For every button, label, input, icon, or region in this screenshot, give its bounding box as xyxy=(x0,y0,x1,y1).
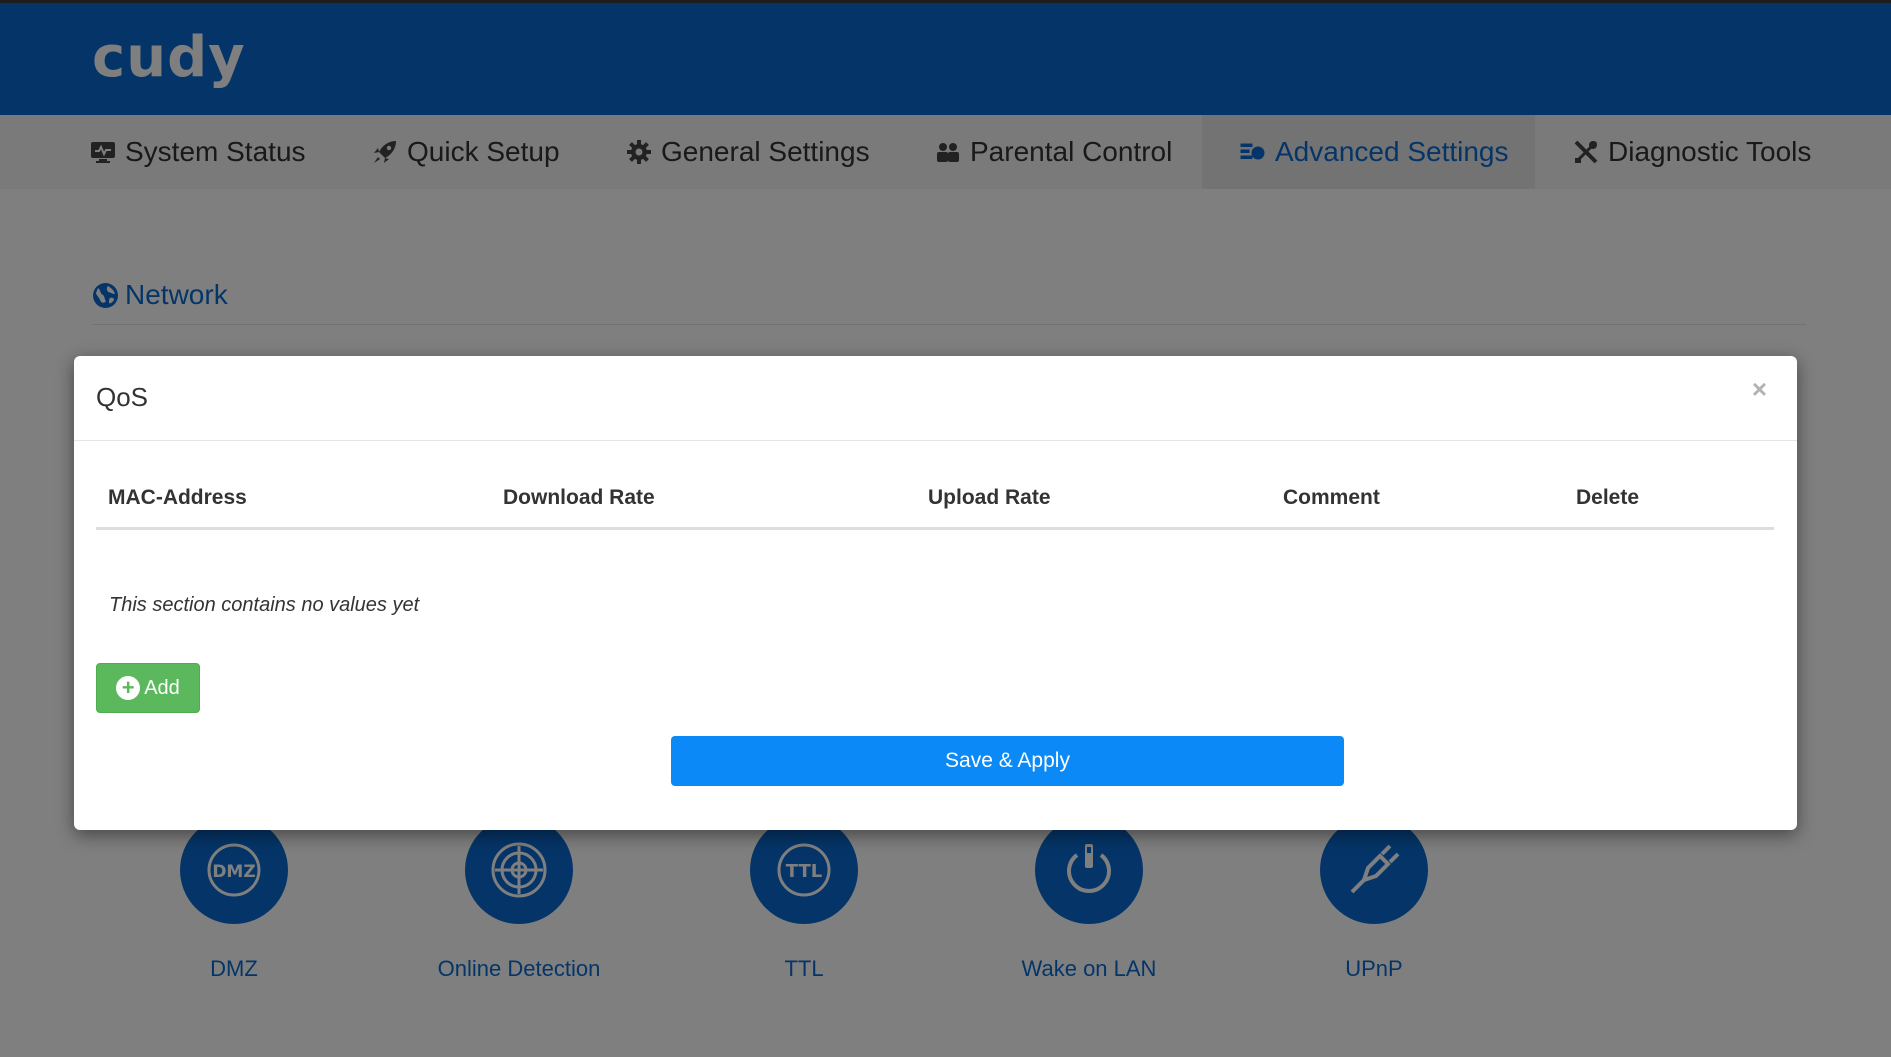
modal-header: QoS × xyxy=(74,356,1797,441)
column-delete: Delete xyxy=(1576,486,1640,509)
column-comment: Comment xyxy=(1283,486,1380,509)
add-button-label: Add xyxy=(144,676,180,699)
modal-title: QoS xyxy=(96,382,149,412)
table-header: MAC-Address Download Rate Upload Rate Co… xyxy=(96,486,1774,530)
qos-modal: QoS × MAC-Address Download Rate Upload R… xyxy=(74,356,1797,830)
column-upload-rate: Upload Rate xyxy=(928,486,1051,509)
column-download-rate: Download Rate xyxy=(503,486,655,509)
empty-table-message: This section contains no values yet xyxy=(109,594,420,616)
plus-circle-icon: + xyxy=(116,676,141,700)
save-apply-button[interactable]: Save & Apply xyxy=(671,736,1344,786)
column-mac-address: MAC-Address xyxy=(108,486,247,509)
add-button[interactable]: + Add xyxy=(96,663,200,713)
close-icon[interactable]: × xyxy=(1752,374,1767,405)
